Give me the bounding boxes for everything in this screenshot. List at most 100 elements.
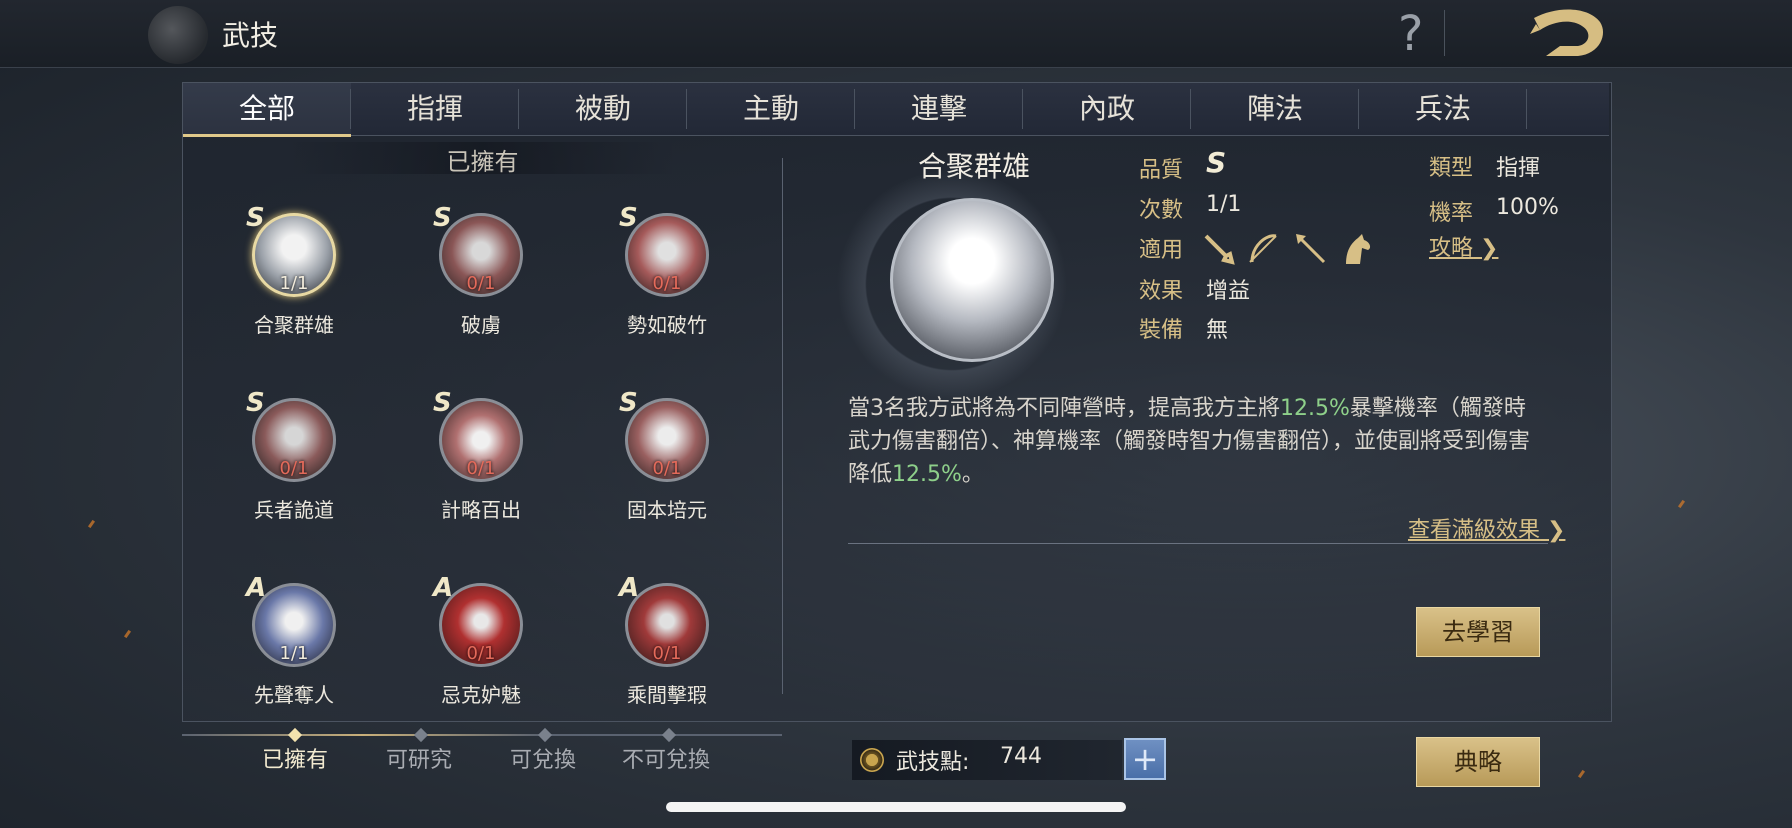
ember-decoration <box>1577 769 1586 779</box>
skill-name: 固本培元 <box>627 498 707 522</box>
grade-badge: S <box>433 388 452 418</box>
tab-label: 被動 <box>574 92 631 125</box>
full-effect-link[interactable]: 查看滿級效果 ❯ <box>1408 512 1565 544</box>
skill-description: 當3名我方武將為不同陣營時，提高我方主將12.5%暴擊機率（觸發時武力傷害翻倍）… <box>848 392 1538 491</box>
owned-header: 已擁有 <box>290 142 675 176</box>
chevron-right-icon: ❯ <box>1540 518 1566 543</box>
type-label: 類型 <box>1429 156 1474 181</box>
desc-text: 當3名我方武將為不同陣營時，提高我方主將 <box>848 396 1280 421</box>
tab-internal[interactable]: 內政 <box>1023 83 1191 135</box>
tab-label: 指揮 <box>406 92 463 125</box>
grade-badge: S <box>433 203 452 233</box>
effect-value: 增益 <box>1206 279 1251 304</box>
grade-badge: A <box>246 573 267 603</box>
times-label: 次數 <box>1139 198 1184 223</box>
desc-highlight: 12.5% <box>892 462 962 487</box>
divider <box>782 158 783 694</box>
tab-formation[interactable]: 陣法 <box>1191 83 1359 135</box>
tab-command[interactable]: 指揮 <box>351 83 519 135</box>
filter-not-exchangeable[interactable]: 不可兌換 <box>622 742 710 774</box>
filter-owned[interactable]: 已擁有 <box>262 742 328 774</box>
skill-item[interactable]: S 0/1 計略百出 <box>415 388 545 548</box>
skill-points-label: 武技點: <box>896 750 970 775</box>
skill-item[interactable]: A 0/1 忌克妒魅 <box>415 573 545 733</box>
tab-combo[interactable]: 連擊 <box>855 83 1023 135</box>
skill-count: 0/1 <box>652 458 682 479</box>
tab-label: 連擊 <box>910 92 967 125</box>
tab-tactics[interactable]: 兵法 <box>1359 83 1527 135</box>
filter-researchable[interactable]: 可研究 <box>386 742 452 774</box>
skill-points-box <box>852 740 1122 780</box>
grade-badge: S <box>619 388 638 418</box>
dragon-back-icon[interactable] <box>1526 4 1608 62</box>
skill-count: 1/1 <box>279 643 309 664</box>
tab-bar: 全部 指揮 被動 主動 連擊 內政 陣法 兵法 <box>183 83 1609 137</box>
effect-label: 效果 <box>1139 279 1184 304</box>
ember-decoration <box>123 629 132 639</box>
tab-label: 兵法 <box>1414 92 1471 125</box>
tab-label: 陣法 <box>1246 92 1303 125</box>
skill-name: 破虜 <box>461 313 501 337</box>
ember-decoration <box>87 519 96 529</box>
grade-badge: S <box>246 388 265 418</box>
guide-link[interactable]: 攻略 ❯ <box>1429 230 1498 262</box>
divider <box>848 543 1548 544</box>
help-icon[interactable]: ? <box>1398 6 1423 62</box>
skill-name: 乘間擊瑕 <box>627 683 707 707</box>
tab-passive[interactable]: 被動 <box>519 83 687 135</box>
skill-points-value: 744 <box>1000 744 1042 769</box>
full-effect-label: 查看滿級效果 <box>1408 518 1541 543</box>
page-title: 武技 <box>222 19 279 52</box>
spear-icon <box>1296 234 1326 264</box>
bow-icon <box>1249 234 1277 263</box>
dragon-emblem-icon <box>148 6 208 64</box>
ember-decoration <box>1677 499 1686 509</box>
grade-badge: S <box>619 203 638 233</box>
tab-label: 主動 <box>742 92 799 125</box>
skill-item[interactable]: A 1/1 先聲奪人 <box>228 573 358 733</box>
skill-name: 先聲奪人 <box>254 683 334 707</box>
skill-item[interactable]: S 0/1 破虜 <box>415 203 545 363</box>
add-points-button[interactable]: + <box>1124 738 1166 780</box>
skill-item[interactable]: S 0/1 兵者詭道 <box>228 388 358 548</box>
skill-count: 0/1 <box>466 273 496 294</box>
skill-name: 勢如破竹 <box>627 313 707 337</box>
times-value: 1/1 <box>1206 192 1242 217</box>
skill-item[interactable]: A 0/1 乘間擊瑕 <box>601 573 731 733</box>
skill-name: 計略百出 <box>441 498 521 522</box>
skill-point-coin-icon <box>860 748 884 772</box>
skill-item[interactable]: S 0/1 固本培元 <box>601 388 731 548</box>
equip-value: 無 <box>1206 318 1229 343</box>
skill-count: 0/1 <box>652 273 682 294</box>
skill-name: 兵者詭道 <box>254 498 334 522</box>
grade-badge: A <box>433 573 454 603</box>
quality-label: 品質 <box>1139 158 1184 183</box>
home-indicator[interactable] <box>666 802 1126 812</box>
skill-count: 1/1 <box>279 273 309 294</box>
filter-exchangeable[interactable]: 可兌換 <box>510 742 576 774</box>
skill-item[interactable]: S 0/1 勢如破竹 <box>601 203 731 363</box>
rate-label: 機率 <box>1429 201 1474 226</box>
grade-badge: A <box>619 573 640 603</box>
tab-label: 全部 <box>238 92 295 125</box>
skill-item[interactable]: S 1/1 合聚群雄 <box>228 203 358 363</box>
tab-all[interactable]: 全部 <box>183 83 351 137</box>
chevron-right-icon: ❯ <box>1473 236 1499 261</box>
tab-active[interactable]: 主動 <box>687 83 855 135</box>
skill-name: 合聚群雄 <box>254 313 334 337</box>
rate-value: 100% <box>1496 195 1559 220</box>
type-value: 指揮 <box>1496 156 1541 181</box>
desc-text: 。 <box>961 462 984 487</box>
skill-count: 0/1 <box>652 643 682 664</box>
filter-track <box>182 734 782 736</box>
codex-button[interactable]: 典略 <box>1416 737 1540 787</box>
horse-icon <box>1346 234 1371 264</box>
skill-count: 0/1 <box>466 643 496 664</box>
equip-label: 裝備 <box>1139 318 1184 343</box>
sword-icon <box>1204 234 1235 265</box>
skill-count: 0/1 <box>279 458 309 479</box>
skill-count: 0/1 <box>466 458 496 479</box>
grade-badge: S <box>246 203 265 233</box>
skill-name: 忌克妒魅 <box>441 683 521 707</box>
learn-button[interactable]: 去學習 <box>1416 607 1540 657</box>
